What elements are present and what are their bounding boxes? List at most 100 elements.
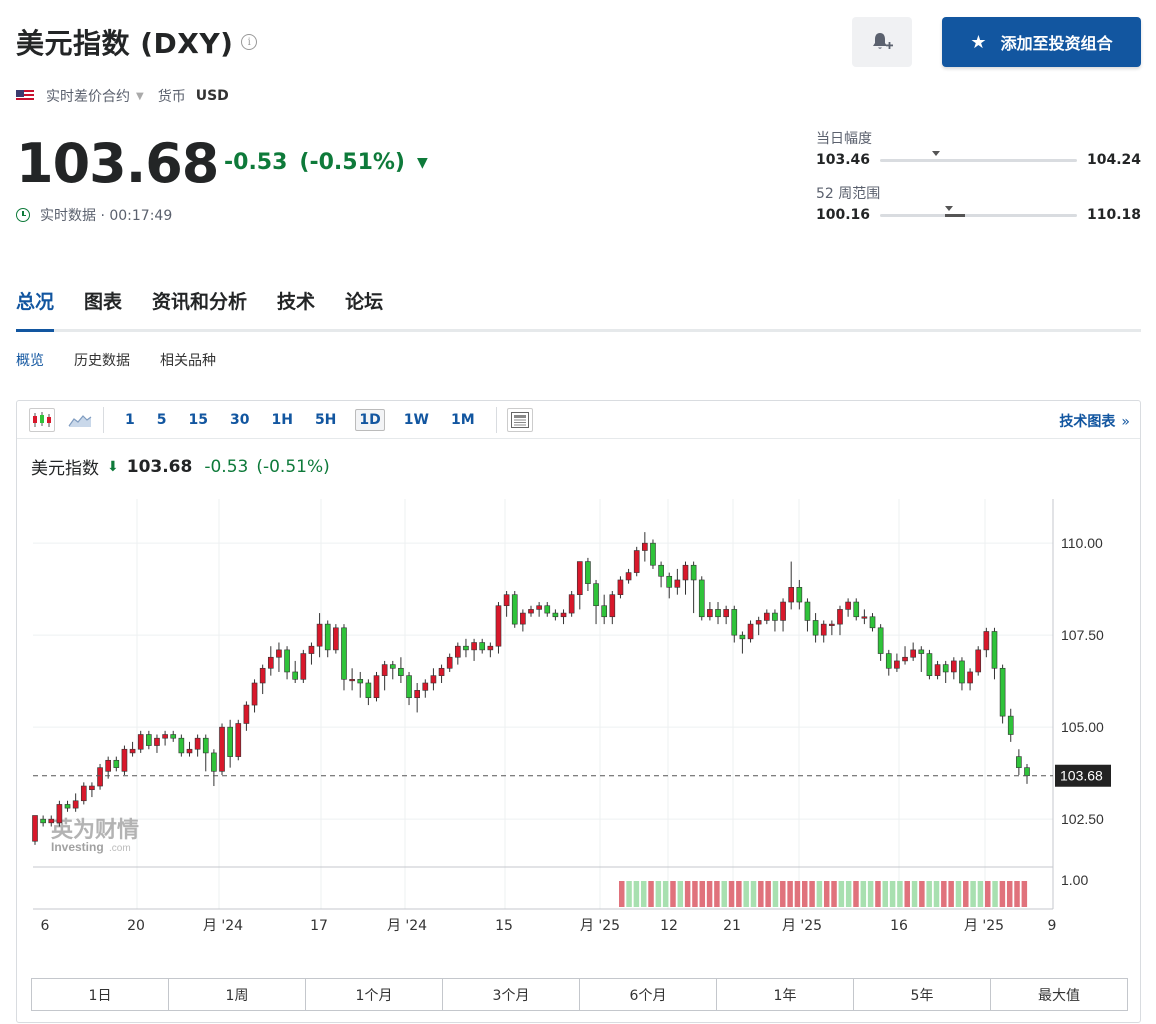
candle-body <box>495 605 502 647</box>
volume-bar <box>853 881 859 907</box>
volume-bar <box>948 881 954 907</box>
price-chart[interactable]: 110.00107.50105.00102.50英为财情Investing .co… <box>17 401 1140 941</box>
candle-body <box>755 620 762 625</box>
volume-bar <box>992 881 998 907</box>
candle-body <box>170 734 177 739</box>
subtab-related-instruments[interactable]: 相关品种 <box>160 350 216 370</box>
volume-bar <box>867 881 874 907</box>
candle-body <box>585 561 591 584</box>
candle-body <box>454 645 461 658</box>
candle-body <box>576 561 583 595</box>
candle-body <box>796 587 803 603</box>
candle-body <box>959 660 965 684</box>
tab-news-analysis[interactable]: 资讯和分析 <box>152 282 247 329</box>
range-3m[interactable]: 3个月 <box>443 979 580 1010</box>
watermark-logo-en: Investing <box>51 840 104 854</box>
volume-bar <box>677 881 684 907</box>
candle-body <box>812 620 819 636</box>
candle-body <box>642 542 648 551</box>
candle-body <box>251 682 258 706</box>
x-axis-tick-label: 16 <box>890 918 908 934</box>
subtab-overview[interactable]: 概览 <box>16 350 44 370</box>
range-1m[interactable]: 1个月 <box>306 979 443 1010</box>
candle-body <box>113 759 120 768</box>
volume-bar <box>662 881 669 907</box>
week52-range-fill <box>945 213 965 217</box>
y-axis-tick-label: 102.50 <box>1061 811 1104 827</box>
candle-body <box>837 609 843 625</box>
candle-body <box>910 649 916 658</box>
candle-body <box>202 737 209 754</box>
candle-body <box>80 785 87 802</box>
candle-body <box>503 594 510 607</box>
candle-body <box>560 612 567 618</box>
y-axis-tick-label: 107.50 <box>1061 627 1104 643</box>
volume-bar <box>889 881 896 907</box>
volume-bar <box>684 881 691 907</box>
volume-bar <box>970 881 976 907</box>
range-5y[interactable]: 5年 <box>854 979 991 1010</box>
candle-body <box>804 601 811 621</box>
candle-body <box>308 645 315 654</box>
volume-bar <box>823 881 830 907</box>
week52-range: 52 周范围 100.16 110.18 <box>816 183 1141 223</box>
candle-body <box>1007 715 1014 735</box>
week52-range-marker <box>945 205 954 211</box>
volume-bar <box>772 881 779 907</box>
last-price: 103.68 <box>16 132 219 195</box>
volume-bar <box>765 881 771 907</box>
volume-bar <box>809 881 815 907</box>
page-title: 美元指数 (DXY) i <box>16 22 258 62</box>
create-alert-button[interactable] <box>852 17 912 67</box>
range-1y[interactable]: 1年 <box>717 979 854 1010</box>
range-6m[interactable]: 6个月 <box>580 979 717 1010</box>
candle-body <box>763 612 770 621</box>
range-max[interactable]: 最大值 <box>991 979 1127 1010</box>
tab-chart[interactable]: 图表 <box>84 282 122 329</box>
volume-bar <box>736 881 742 907</box>
volume-bar <box>619 881 625 907</box>
x-axis-tick-label: 月 '24 <box>203 918 243 934</box>
candle-body <box>292 671 299 680</box>
candle-body <box>300 653 307 680</box>
candle-body <box>682 564 689 581</box>
time-range-selector: 1日 1周 1个月 3个月 6个月 1年 5年 最大值 <box>31 978 1128 1011</box>
candle-body <box>666 575 673 588</box>
add-to-portfolio-button[interactable]: ★ 添加至投资组合 <box>942 17 1141 67</box>
candle-body <box>845 601 851 610</box>
range-1d[interactable]: 1日 <box>32 979 169 1010</box>
candle-body <box>991 631 998 669</box>
candle-body <box>861 616 868 619</box>
candle-body <box>105 759 112 772</box>
subtab-historical-data[interactable]: 历史数据 <box>74 350 130 370</box>
info-icon[interactable]: i <box>241 34 258 50</box>
candle-body <box>129 748 136 754</box>
volume-bar <box>750 881 757 907</box>
candle-body <box>64 804 71 809</box>
tab-technical[interactable]: 技术 <box>277 282 315 329</box>
candle-body <box>32 815 38 842</box>
candle-body <box>617 579 624 595</box>
tab-forum[interactable]: 论坛 <box>345 282 383 329</box>
tab-overview[interactable]: 总况 <box>16 282 55 332</box>
volume-bar <box>904 881 910 907</box>
candle-body <box>446 656 453 669</box>
range-1w[interactable]: 1周 <box>169 979 306 1010</box>
x-axis-tick-label: 月 '24 <box>387 918 427 934</box>
volume-bar <box>670 881 676 907</box>
x-axis-tick-label: 9 <box>1048 918 1057 934</box>
candle-body <box>511 594 518 625</box>
candle-body <box>349 679 355 682</box>
week52-range-label: 52 周范围 <box>816 186 881 202</box>
down-arrow-icon: ▼ <box>417 154 428 171</box>
candle-body <box>97 767 103 787</box>
contract-type[interactable]: 实时差价合约 <box>46 86 130 106</box>
candle-body <box>121 748 128 772</box>
volume-bar <box>692 881 698 907</box>
candle-body <box>154 737 160 746</box>
candle-body <box>333 627 339 651</box>
x-axis-tick-label: 21 <box>723 918 741 934</box>
volume-bar <box>875 881 881 907</box>
chevron-down-icon[interactable]: ▼ <box>136 91 144 102</box>
candle-body <box>633 550 640 573</box>
